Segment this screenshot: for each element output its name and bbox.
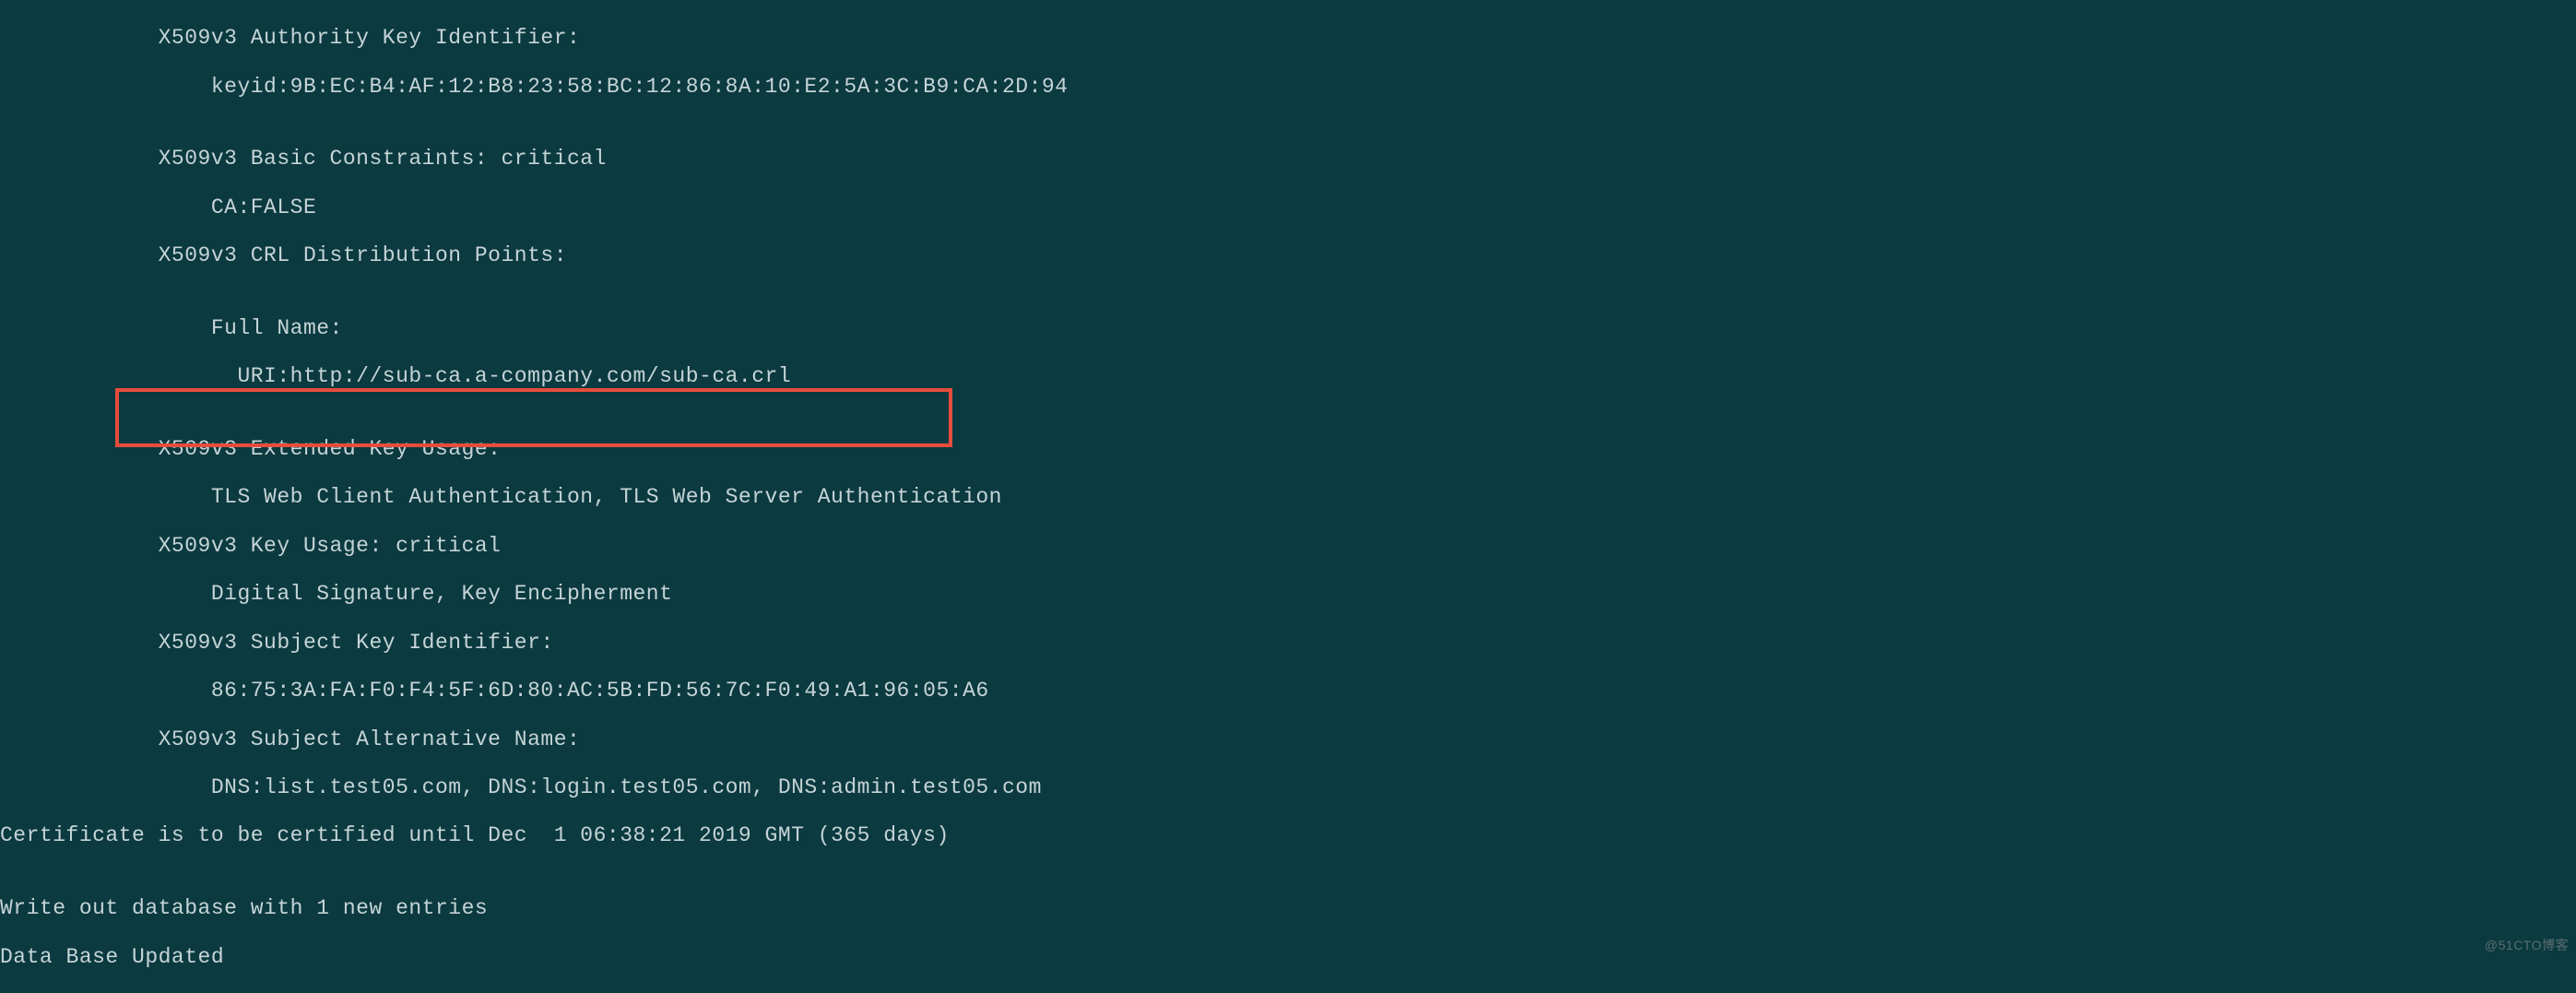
- x509-eku-label: X509v3 Extended Key Usage:: [0, 437, 2576, 461]
- x509-aki-label: X509v3 Authority Key Identifier:: [0, 26, 2576, 50]
- x509-basic-constraints-value: CA:FALSE: [0, 195, 2576, 219]
- x509-crl-label: X509v3 CRL Distribution Points:: [0, 243, 2576, 267]
- x509-san-value: DNS:list.test05.com, DNS:login.test05.co…: [0, 775, 2576, 799]
- x509-eku-value: TLS Web Client Authentication, TLS Web S…: [0, 485, 2576, 509]
- x509-basic-constraints-label: X509v3 Basic Constraints: critical: [0, 147, 2576, 171]
- db-updated: Data Base Updated: [0, 945, 2576, 969]
- terminal-output: X509v3 Authority Key Identifier: keyid:9…: [0, 0, 2576, 993]
- write-out-db: Write out database with 1 new entries: [0, 896, 2576, 920]
- x509-ku-label: X509v3 Key Usage: critical: [0, 534, 2576, 558]
- x509-aki-value: keyid:9B:EC:B4:AF:12:B8:23:58:BC:12:86:8…: [0, 75, 2576, 99]
- x509-ku-value: Digital Signature, Key Encipherment: [0, 582, 2576, 606]
- x509-san-label: X509v3 Subject Alternative Name:: [0, 727, 2576, 751]
- watermark-text: @51CTO博客: [2485, 939, 2569, 953]
- x509-crl-uri: URI:http://sub-ca.a-company.com/sub-ca.c…: [0, 364, 2576, 388]
- cert-validity: Certificate is to be certified until Dec…: [0, 823, 2576, 847]
- x509-crl-fullname: Full Name:: [0, 316, 2576, 340]
- x509-ski-value: 86:75:3A:FA:F0:F4:5F:6D:80:AC:5B:FD:56:7…: [0, 679, 2576, 703]
- x509-ski-label: X509v3 Subject Key Identifier:: [0, 631, 2576, 655]
